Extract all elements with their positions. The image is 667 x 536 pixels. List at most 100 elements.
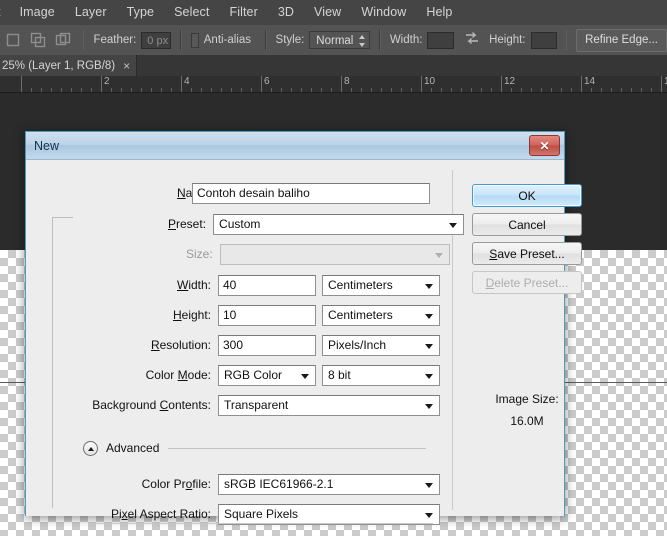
new-selection-icon[interactable] [2, 29, 24, 51]
style-label: Style: [275, 34, 305, 46]
ruler-minor-tick [231, 88, 232, 92]
background-contents-label: Background Contents: [92, 398, 211, 412]
ruler-label: 4 [184, 76, 190, 87]
ruler-minor-tick [621, 88, 622, 92]
chevron-down-icon [425, 313, 433, 319]
ruler-minor-tick [361, 88, 362, 92]
height-input[interactable] [530, 31, 557, 49]
width-unit-value: Centimeters [328, 277, 393, 292]
options-bar: Feather: 0 px Anti-alias Style: Normal W… [0, 25, 667, 56]
close-icon[interactable]: × [123, 60, 130, 72]
pixel-aspect-ratio-value: Square Pixels [224, 506, 299, 521]
intersect-selection-icon[interactable] [52, 29, 74, 51]
color-profile-value: sRGB IEC61966-2.1 [224, 476, 334, 491]
preset-label: Preset: [168, 217, 207, 231]
chevron-down-icon [425, 343, 433, 349]
color-mode-select[interactable]: RGB Color [218, 364, 316, 386]
ruler-minor-tick [301, 88, 302, 92]
ruler-minor-tick [551, 88, 552, 92]
name-row: Name: Contoh desain baliho [177, 182, 430, 204]
document-tab[interactable]: 25% (Layer 1, RGB/8) × [0, 55, 138, 76]
size-select [219, 243, 450, 265]
resolution-input[interactable]: 300 [218, 334, 316, 356]
document-tab-bar: 25% (Layer 1, RGB/8) × [0, 55, 667, 76]
ok-button[interactable]: OK [472, 184, 582, 207]
ruler-minor-tick [331, 88, 332, 92]
ruler-minor-tick [471, 88, 472, 92]
menu-item-image[interactable]: Image [10, 0, 65, 25]
color-profile-select[interactable]: sRGB IEC61966-2.1 [218, 473, 440, 495]
ruler-minor-tick [451, 88, 452, 92]
menu-item-type[interactable]: Type [117, 0, 165, 25]
advanced-panel-frame [88, 523, 433, 534]
width-input[interactable] [427, 31, 454, 49]
horizontal-ruler[interactable]: 2 4 6 8 10 12 14 16 [0, 76, 667, 93]
bit-depth-value: 8 bit [328, 367, 351, 382]
width-unit-select[interactable]: Centimeters [322, 274, 440, 296]
size-label: Size: [186, 247, 213, 261]
bit-depth-select[interactable]: 8 bit [322, 364, 440, 386]
dialog-title-bar[interactable]: New ✕ [26, 132, 564, 160]
menu-item-select[interactable]: Select [164, 0, 219, 25]
new-document-dialog: New ✕ Name: Contoh desain baliho Preset:… [25, 131, 582, 525]
ruler-minor-tick [41, 88, 42, 92]
height-unit-select[interactable]: Centimeters [322, 304, 440, 326]
ruler-minor-tick [291, 88, 292, 92]
menu-item-edit[interactable]: t [0, 0, 10, 25]
ruler-label: 16 [661, 76, 667, 87]
menu-item-layer[interactable]: Layer [65, 0, 117, 25]
ruler-minor-tick [481, 88, 482, 92]
image-size-label: Image Size: [495, 392, 559, 406]
anti-alias-checkbox[interactable] [190, 32, 199, 48]
style-value: Normal [316, 35, 354, 47]
ruler-minor-tick [31, 88, 32, 92]
width-input[interactable]: 40 [218, 274, 316, 296]
pixel-aspect-ratio-label: Pixel Aspect Ratio: [110, 507, 211, 521]
background-contents-select[interactable]: Transparent [218, 394, 440, 416]
ruler-minor-tick [311, 88, 312, 92]
ruler-minor-tick [201, 88, 202, 92]
ruler-minor-tick [601, 88, 602, 92]
cancel-button[interactable]: Cancel [472, 213, 582, 236]
feather-input[interactable]: 0 px [141, 31, 172, 49]
ruler-minor-tick [211, 88, 212, 92]
pixel-aspect-ratio-row: Pixel Aspect Ratio: Square Pixels [76, 503, 440, 525]
save-preset-button[interactable]: Save Preset... [472, 242, 582, 265]
photoshop-window: t Image Layer Type Select Filter 3D View… [0, 0, 667, 536]
chevron-down-icon [449, 222, 458, 228]
advanced-toggle-button[interactable] [83, 441, 98, 456]
resolution-unit-select[interactable]: Pixels/Inch [322, 334, 440, 356]
add-to-selection-icon[interactable] [27, 29, 49, 51]
ruler-minor-tick [241, 88, 242, 92]
width-label: Width: [389, 34, 423, 46]
menu-item-view[interactable]: View [304, 0, 351, 25]
ruler-minor-tick [631, 88, 632, 92]
menu-item-3d[interactable]: 3D [268, 0, 304, 25]
ruler-label: 6 [264, 76, 270, 87]
pixel-aspect-ratio-select[interactable]: Square Pixels [218, 503, 440, 525]
dialog-close-button[interactable]: ✕ [529, 135, 560, 156]
toolbar-separator-1 [83, 30, 85, 50]
height-label: Height: [172, 308, 211, 322]
menu-item-help[interactable]: Help [416, 0, 462, 25]
preset-select[interactable]: Custom [213, 213, 465, 235]
anti-alias-label: Anti-alias [203, 34, 252, 46]
refine-edge-button[interactable]: Refine Edge... [576, 28, 667, 52]
ruler-minor-tick [391, 88, 392, 92]
chevron-down-icon [434, 252, 443, 258]
preset-value: Custom [219, 216, 261, 231]
name-input[interactable]: Contoh desain baliho [192, 182, 430, 204]
style-select[interactable]: Normal [309, 31, 371, 49]
menu-item-window[interactable]: Window [351, 0, 416, 25]
advanced-label: Advanced [106, 441, 160, 455]
ruler-minor-tick [161, 88, 162, 92]
ruler-minor-tick [441, 88, 442, 92]
swap-arrows-icon[interactable] [464, 31, 480, 50]
toolbar-separator-2 [180, 30, 182, 50]
height-input[interactable]: 10 [218, 304, 316, 326]
toolbar-separator-4 [379, 30, 381, 50]
menu-item-filter[interactable]: Filter [219, 0, 267, 25]
color-mode-label: Color Mode: [145, 368, 211, 382]
advanced-rule [168, 448, 426, 449]
chevron-down-icon [425, 482, 433, 488]
